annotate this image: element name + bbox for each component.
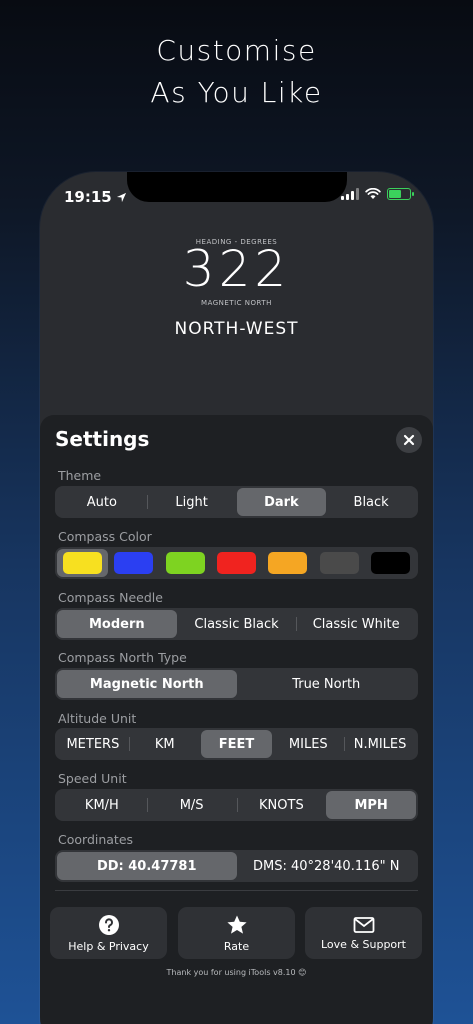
color-swatch-red[interactable]: [211, 549, 262, 577]
headline-line-1: Customise: [156, 34, 317, 67]
needle-classic-white[interactable]: Classic White: [296, 610, 416, 638]
color-swatch-yellow[interactable]: [57, 549, 109, 577]
wifi-icon: [365, 188, 381, 199]
status-time-text: 19:15: [64, 188, 112, 206]
help-privacy-label: Help & Privacy: [68, 939, 149, 953]
star-icon: [226, 915, 247, 934]
battery-charging-icon: [387, 188, 414, 200]
speed-mph[interactable]: MPH: [326, 791, 416, 819]
coordinates-dms[interactable]: DMS: 40°28'40.116" N: [237, 852, 417, 880]
location-arrow-icon: [116, 192, 126, 202]
theme-label: Theme: [58, 468, 102, 483]
theme-black[interactable]: Black: [326, 488, 416, 516]
compass-color-label: Compass Color: [58, 529, 152, 544]
color-swatch-black[interactable]: [365, 549, 416, 577]
altitude-miles[interactable]: MILES: [272, 730, 344, 758]
coordinates-label: Coordinates: [58, 832, 134, 847]
status-indicators: [341, 188, 414, 200]
north-true[interactable]: True North: [237, 670, 417, 698]
help-privacy-button[interactable]: Help & Privacy: [50, 907, 167, 959]
coordinates-segmented: DD: 40.47781 DMS: 40°28'40.116" N: [55, 850, 418, 882]
cellular-signal-icon: [341, 188, 359, 200]
heading-value: 322: [182, 240, 291, 298]
speed-knots[interactable]: KNOTS: [236, 791, 327, 819]
altitude-meters[interactable]: METERS: [57, 730, 129, 758]
needle-modern[interactable]: Modern: [57, 610, 177, 638]
coordinates-dd[interactable]: DD: 40.47781: [57, 852, 237, 880]
speed-unit-segmented: KM/H M/S KNOTS MPH: [55, 789, 418, 821]
needle-classic-black[interactable]: Classic Black: [177, 610, 297, 638]
close-icon: [403, 434, 415, 446]
question-icon: [98, 914, 119, 935]
north-magnetic[interactable]: Magnetic North: [57, 670, 237, 698]
color-swatch-orange[interactable]: [262, 549, 313, 577]
compass-needle-label: Compass Needle: [58, 590, 163, 605]
settings-title: Settings: [55, 427, 150, 451]
notch: [127, 172, 347, 202]
headline-line-2: As You Like: [150, 76, 323, 109]
section-divider: [55, 890, 418, 891]
love-support-button[interactable]: Love & Support: [305, 907, 422, 959]
compass-needle-segmented: Modern Classic Black Classic White: [55, 608, 418, 640]
theme-segmented: Auto Light Dark Black: [55, 486, 418, 518]
phone-frame: 19:15 HEADING - DEGREES 322 MAGNETIC NOR…: [40, 172, 433, 1024]
settings-sheet: Settings Theme Auto Light Dark Black Com…: [40, 415, 433, 1024]
north-type-segmented: Magnetic North True North: [55, 668, 418, 700]
envelope-icon: [353, 916, 374, 933]
color-swatch-blue[interactable]: [108, 549, 159, 577]
north-type-label: Compass North Type: [58, 650, 187, 665]
color-swatch-gray[interactable]: [313, 549, 364, 577]
rate-button[interactable]: Rate: [178, 907, 295, 959]
speed-kmh[interactable]: KM/H: [57, 791, 147, 819]
altitude-unit-label: Altitude Unit: [58, 711, 137, 726]
theme-dark[interactable]: Dark: [236, 488, 327, 516]
rate-label: Rate: [223, 939, 250, 953]
love-support-label: Love & Support: [321, 937, 406, 951]
theme-auto[interactable]: Auto: [57, 488, 147, 516]
altitude-unit-segmented: METERS KM FEET MILES N.MILES: [55, 728, 418, 760]
altitude-feet[interactable]: FEET: [200, 730, 273, 758]
speed-unit-label: Speed Unit: [58, 771, 127, 786]
compass-color-segmented: [55, 547, 418, 579]
altitude-km[interactable]: KM: [128, 730, 201, 758]
promo-headline: Customise As You Like: [0, 30, 473, 114]
direction-label: NORTH-WEST: [174, 319, 299, 339]
heading-caption-bottom: MAGNETIC NORTH: [201, 299, 272, 307]
altitude-nautical-miles[interactable]: N.MILES: [344, 730, 416, 758]
color-swatch-green[interactable]: [160, 549, 211, 577]
status-time: 19:15: [64, 188, 127, 206]
close-button[interactable]: [396, 427, 422, 453]
speed-ms[interactable]: M/S: [146, 791, 237, 819]
theme-light[interactable]: Light: [146, 488, 237, 516]
footer-note: Thank you for using iTools v8.10 😊: [166, 968, 307, 977]
